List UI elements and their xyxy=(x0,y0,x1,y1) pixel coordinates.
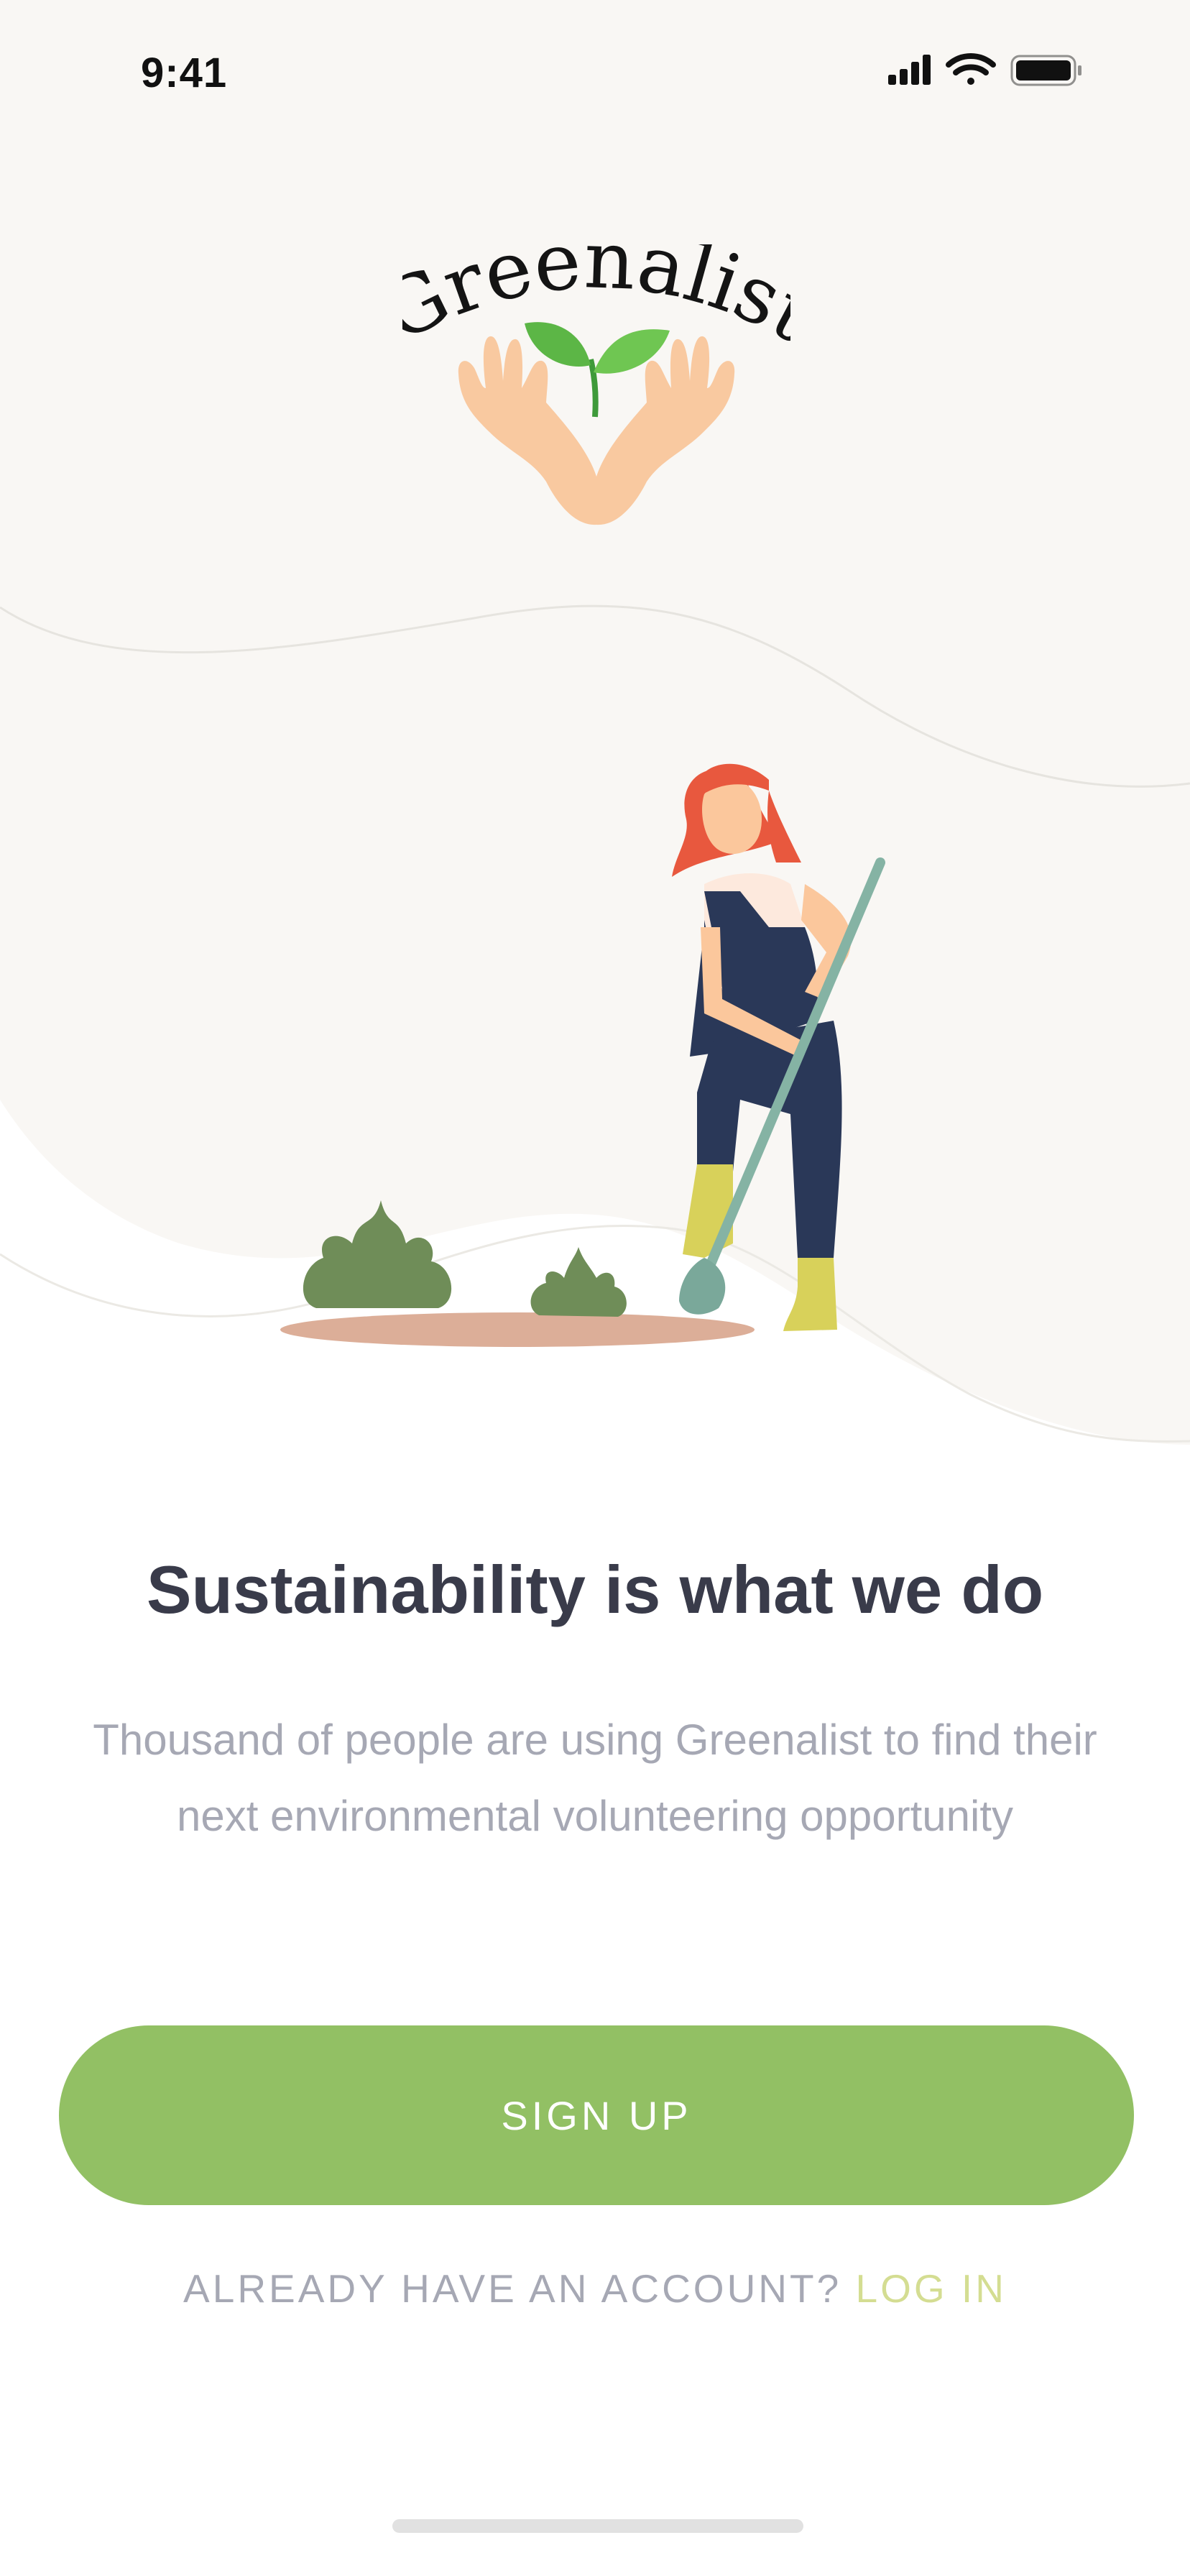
login-prompt: ALREADY HAVE AN ACCOUNT? LOG IN xyxy=(0,2266,1190,2312)
svg-text:Greenalist: Greenalist xyxy=(402,244,790,360)
bush-small xyxy=(530,1247,627,1317)
onboarding-subtext: Thousand of people are using Greenalist … xyxy=(93,1716,1097,1840)
logo-text: Greenalist xyxy=(402,244,790,360)
battery-icon xyxy=(1010,55,1081,86)
gardener-illustration xyxy=(280,763,885,1347)
status-icons xyxy=(888,53,1081,86)
hands-icon xyxy=(458,336,735,525)
bush-large xyxy=(303,1200,452,1308)
status-time: 9:41 xyxy=(141,50,228,96)
sign-up-button[interactable]: SIGN UP xyxy=(59,2025,1134,2205)
wifi-icon xyxy=(946,53,996,85)
onboarding-headline: Sustainability is what we do xyxy=(146,1552,1044,1627)
greenalist-logo: Greenalist xyxy=(402,244,790,525)
home-indicator[interactable] xyxy=(392,2519,803,2533)
account-prompt-text: ALREADY HAVE AN ACCOUNT? xyxy=(183,2266,842,2311)
gardener-figure xyxy=(672,763,885,1331)
cellular-signal-icon xyxy=(888,55,931,85)
log-in-link[interactable]: LOG IN xyxy=(856,2266,1007,2311)
